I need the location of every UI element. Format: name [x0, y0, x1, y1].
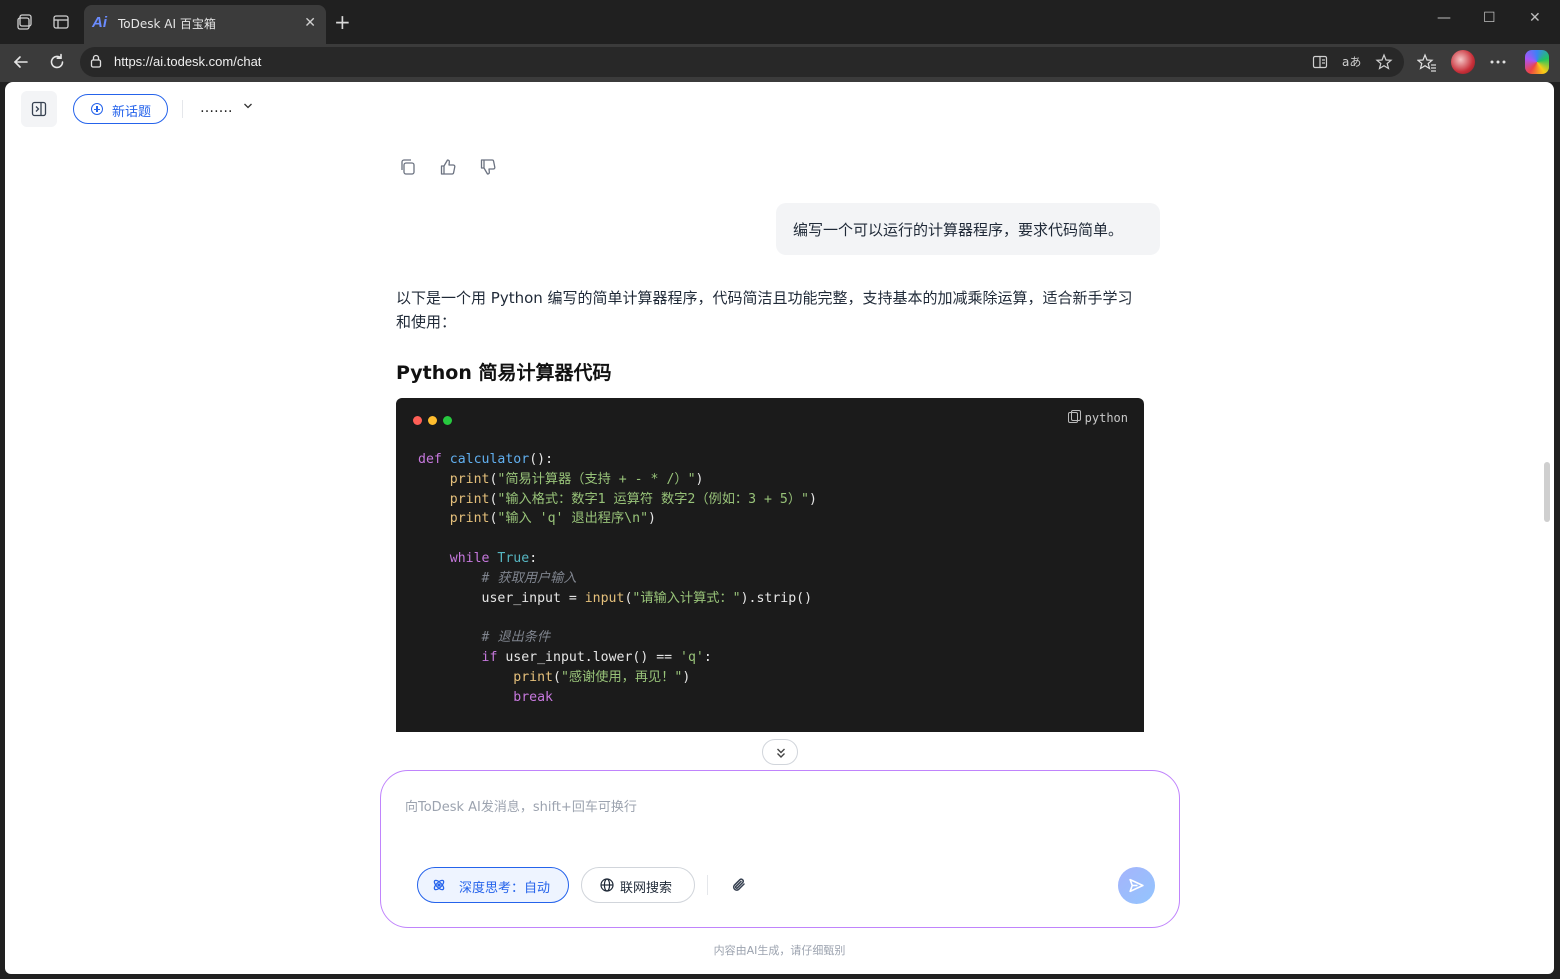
code-line: print("输入 'q' 退出程序\n") [449, 511, 656, 527]
double-chevron-down-icon [777, 748, 785, 758]
web-search-toggle[interactable]: 联网搜索 [581, 867, 695, 903]
refresh-icon[interactable] [47, 52, 67, 72]
tab-actions-icon[interactable] [51, 12, 71, 32]
workspaces-icon[interactable] [15, 12, 35, 32]
thumbs-up-icon[interactable] [439, 158, 457, 176]
web-search-label: 联网搜索 [620, 881, 673, 896]
paperclip-icon[interactable] [729, 875, 749, 895]
back-icon[interactable] [11, 52, 31, 72]
copy-code-icon[interactable] [1068, 410, 1081, 423]
close-tab-icon[interactable]: ✕ [304, 15, 316, 31]
send-icon [1129, 878, 1144, 893]
todesk-logo-icon: Ai [92, 14, 107, 31]
plus-circle-icon [91, 103, 103, 115]
composer-divider [707, 875, 708, 895]
more-icon[interactable] [1489, 58, 1507, 66]
new-topic-label: 新话题 [112, 105, 152, 120]
tab-title: ToDesk AI 百宝箱 [118, 17, 216, 31]
window-dot-yellow [428, 416, 437, 425]
deep-think-toggle[interactable]: 深度思考：自动 [417, 867, 569, 903]
page-scrollbar[interactable] [1544, 462, 1550, 522]
send-button[interactable] [1118, 867, 1155, 904]
user-message-bubble: 编写一个可以运行的计算器程序，要求代码简单。 [776, 203, 1160, 255]
chevron-down-icon[interactable] [243, 102, 253, 110]
thumbs-down-icon[interactable] [479, 158, 497, 176]
code-block: python def calculator(): print("简易计算器（支持… [396, 398, 1144, 732]
lock-icon[interactable] [90, 54, 102, 68]
window-dot-red [413, 416, 422, 425]
code-line: break [513, 689, 553, 705]
window-dot-green [443, 416, 452, 425]
message-composer: 深度思考：自动 联网搜索 [380, 770, 1180, 928]
code-line: def calculator(): [418, 452, 554, 467]
read-aloud-icon[interactable]: aあ [1342, 53, 1361, 70]
profile-avatar[interactable] [1451, 50, 1475, 74]
atom-icon [433, 879, 445, 891]
answer-heading: Python 简易计算器代码 [396, 362, 612, 384]
new-tab-button[interactable]: + [334, 10, 351, 34]
code-language-label[interactable]: python [1085, 411, 1128, 425]
model-selector[interactable]: ……. [200, 100, 232, 116]
code-line: print("感谢使用，再见！") [513, 669, 691, 685]
code-line: print("输入格式：数字1 运算符 数字2（例如：3 + 5）") [449, 491, 817, 507]
url-text: https://ai.todesk.com/chat [114, 54, 262, 69]
message-input[interactable] [405, 797, 1005, 817]
user-message-text: 编写一个可以运行的计算器程序，要求代码简单。 [793, 221, 1124, 239]
scroll-to-bottom-button[interactable] [762, 739, 798, 765]
copilot-icon[interactable] [1525, 50, 1549, 74]
sidebar-toggle-button[interactable] [21, 91, 57, 127]
code-line: while True: [449, 550, 538, 566]
new-topic-button[interactable]: 新话题 [73, 94, 168, 124]
favorites-icon[interactable] [1417, 53, 1437, 73]
answer-intro-text: 以下是一个用 Python 编写的简单计算器程序，代码简洁且功能完整，支持基本的… [396, 289, 1133, 331]
code-line: print("简易计算器（支持 + - * /）") [449, 471, 704, 487]
header-divider [182, 100, 183, 118]
browser-titlebar: Ai ToDesk AI 百宝箱 ✕ + — ☐ ✕ [0, 0, 1560, 44]
split-screen-icon[interactable] [1312, 54, 1328, 70]
code-line: user_input = input("请输入计算式：").strip() [418, 590, 813, 606]
globe-icon [600, 878, 614, 892]
ai-disclaimer: 内容由AI生成，请仔细甄别 [713, 944, 846, 957]
code-content: def calculator(): print("简易计算器（支持 + - * … [418, 450, 817, 707]
code-line: # 获取用户输入 [481, 570, 577, 586]
close-window-button[interactable]: ✕ [1529, 10, 1541, 26]
code-line: if user_input.lower() == 'q': [481, 649, 712, 665]
code-line: # 退出条件 [481, 630, 551, 646]
browser-tab-active[interactable]: Ai ToDesk AI 百宝箱 ✕ [84, 5, 326, 44]
deep-think-label: 深度思考：自动 [459, 881, 551, 896]
minimize-button[interactable]: — [1437, 10, 1451, 26]
browser-toolbar: https://ai.todesk.com/chat aあ [0, 44, 1560, 82]
chat-page: 新话题 ……. 编写一个可以运行的计算器程序，要求代码简单。 以下是一个用 Py… [5, 82, 1554, 974]
address-bar[interactable]: https://ai.todesk.com/chat aあ [80, 47, 1404, 77]
favorite-star-icon[interactable] [1375, 53, 1393, 71]
maximize-button[interactable]: ☐ [1483, 10, 1496, 26]
sidebar-toggle-icon [31, 101, 47, 117]
copy-icon[interactable] [399, 158, 417, 176]
